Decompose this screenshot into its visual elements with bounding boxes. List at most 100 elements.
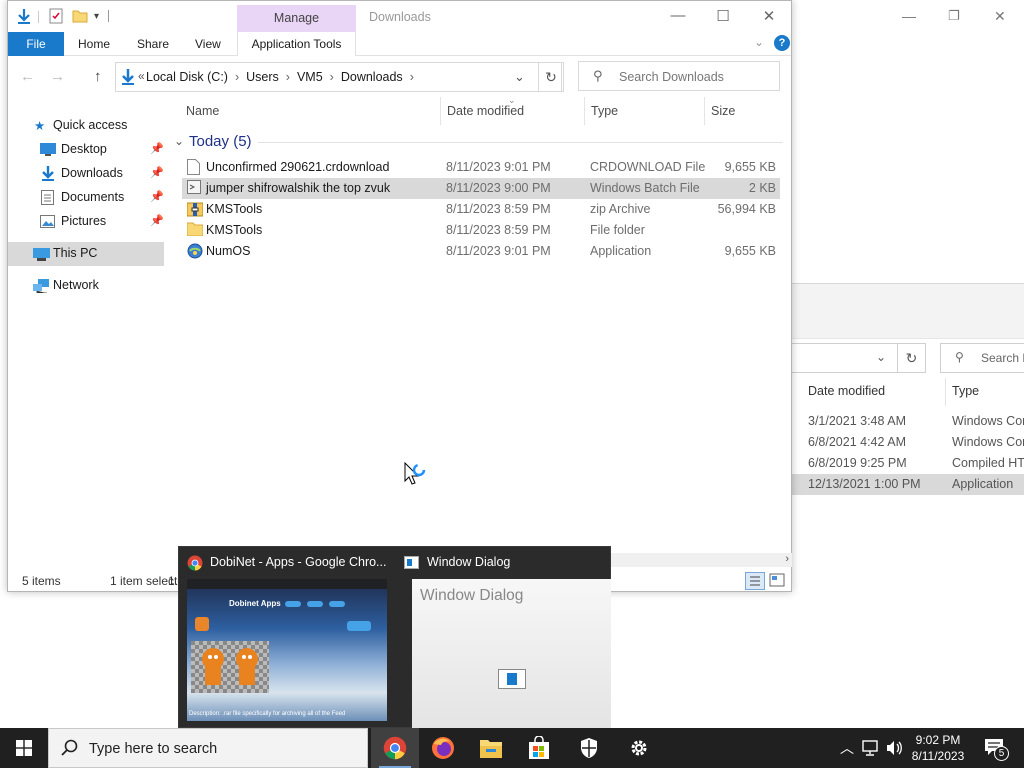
address-bar[interactable]: « Local Disk (C:) › Users › VM5 › Downloads › ⌄: [115, 62, 562, 92]
tab-application-tools[interactable]: Application Tools: [237, 32, 356, 56]
col-size[interactable]: Size: [711, 104, 735, 118]
bg-close-button[interactable]: ✕: [994, 8, 1006, 25]
status-item-count: 5 items: [22, 574, 61, 588]
manage-contextual-tab[interactable]: Manage: [237, 5, 356, 32]
bg-restore-button[interactable]: ❐: [948, 8, 960, 24]
chrome-preview-title[interactable]: DobiNet - Apps - Google Chro...: [210, 555, 386, 569]
file-row[interactable]: Unconfirmed 290621.crdownload 8/11/2023 …: [182, 157, 780, 178]
taskbar-microsoft-store[interactable]: [515, 728, 563, 768]
start-button[interactable]: [0, 728, 48, 768]
show-hidden-icons-chevron-icon[interactable]: ︿: [840, 738, 854, 758]
breadcrumb-separator-icon[interactable]: ›: [330, 70, 334, 84]
up-arrow-icon[interactable]: ↑: [94, 68, 102, 85]
taskbar-security[interactable]: [565, 728, 613, 768]
taskbar-clock[interactable]: 9:02 PM 8/11/2023: [898, 732, 978, 764]
tab-view[interactable]: View: [195, 37, 221, 51]
taskbar-search-input[interactable]: Type here to search: [48, 728, 368, 768]
nav-this-pc[interactable]: This PC: [8, 242, 164, 266]
maximize-button[interactable]: ☐: [713, 7, 733, 25]
col-date-modified[interactable]: Date modified: [447, 104, 524, 118]
column-separator[interactable]: [704, 97, 705, 125]
nav-network[interactable]: Network: [8, 274, 164, 298]
bg-col-date-modified[interactable]: Date modified: [808, 384, 885, 398]
download-arrow-icon[interactable]: [16, 8, 32, 27]
bg-search-input[interactable]: ⚲ Search K: [940, 343, 1024, 373]
close-button[interactable]: ✕: [759, 7, 779, 25]
taskbar-firefox[interactable]: [419, 728, 467, 768]
taskbar-file-explorer[interactable]: [467, 728, 515, 768]
file-row[interactable]: KMSTools 8/11/2023 8:59 PM zip Archive 5…: [182, 199, 780, 220]
bg-minimize-button[interactable]: —: [902, 8, 916, 24]
refresh-button[interactable]: ↻: [538, 62, 564, 92]
breadcrumb-local-disk[interactable]: Local Disk (C:): [146, 70, 228, 84]
pin-icon[interactable]: 📌: [150, 166, 164, 179]
bg-refresh-button[interactable]: ↻: [898, 343, 926, 373]
title-bar[interactable]: ▾ Manage Downloads — ☐ ✕: [8, 1, 791, 32]
large-icons-view-icon[interactable]: [769, 573, 787, 589]
breadcrumb-separator-icon[interactable]: ›: [235, 70, 239, 84]
taskbar-chrome[interactable]: [371, 728, 419, 768]
file-date: 8/11/2023 8:59 PM: [446, 223, 551, 237]
nav-quick-access[interactable]: ★ Quick access: [8, 114, 164, 138]
details-view-icon[interactable]: [745, 572, 765, 590]
bg-row-date: 3/1/2021 3:48 AM: [808, 414, 906, 428]
forward-arrow-icon[interactable]: →: [50, 68, 65, 85]
collapse-chevron-icon[interactable]: ⌄: [174, 134, 184, 148]
search-input[interactable]: ⚲ Search Downloads: [578, 61, 780, 91]
customize-qat-icon[interactable]: ▾: [94, 11, 99, 22]
back-arrow-icon[interactable]: ←: [20, 68, 35, 85]
nav-desktop[interactable]: Desktop 📌: [8, 138, 164, 162]
background-explorer-window[interactable]: — ❐ ✕ ⌄ ↻ ⚲ Search K Date modified Type …: [792, 0, 1024, 592]
breadcrumb-downloads[interactable]: Downloads: [341, 70, 403, 84]
zip-archive-icon: [186, 201, 204, 217]
address-history-chevron-icon[interactable]: ⌄: [514, 69, 525, 85]
bg-col-type[interactable]: Type: [952, 384, 979, 398]
bg-list-item[interactable]: 6/8/2019 9:25 PM Compiled HT: [792, 453, 1024, 474]
breadcrumb-users[interactable]: Users: [246, 70, 279, 84]
breadcrumb-separator-icon[interactable]: ›: [410, 70, 414, 84]
pin-icon[interactable]: 📌: [150, 214, 164, 227]
tab-share[interactable]: Share: [137, 37, 169, 51]
help-icon[interactable]: ?: [774, 35, 790, 51]
pin-icon[interactable]: 📌: [150, 190, 164, 203]
dialog-preview-title[interactable]: Window Dialog: [427, 555, 510, 569]
new-folder-icon[interactable]: [72, 8, 88, 27]
chevron-down-icon[interactable]: ⌄: [876, 350, 886, 364]
nav-documents[interactable]: Documents 📌: [8, 186, 164, 210]
search-icon: ⚲: [955, 350, 964, 364]
taskbar-settings[interactable]: [615, 728, 663, 768]
file-row[interactable]: NumOS 8/11/2023 9:01 PM Application 9,65…: [182, 241, 780, 262]
notification-center-button[interactable]: 5: [980, 728, 1024, 768]
bg-list-item-selected[interactable]: 12/13/2021 1:00 PM Application: [792, 474, 1024, 495]
file-row-selected[interactable]: jumper shifrowalshik the top zvuk 8/11/2…: [182, 178, 780, 199]
chrome-window-thumbnail[interactable]: Dobinet Apps Description: .rar file spec…: [187, 579, 387, 721]
column-headers: Name ⌄ Date modified Type Size: [178, 95, 782, 125]
expand-ribbon-icon[interactable]: ⌄: [754, 35, 764, 49]
column-separator[interactable]: [584, 97, 585, 125]
minimize-button[interactable]: —: [668, 7, 688, 24]
breadcrumb-user[interactable]: VM5: [297, 70, 323, 84]
qat-divider: [108, 10, 109, 22]
properties-icon[interactable]: [48, 8, 64, 27]
network-icon[interactable]: [862, 740, 880, 756]
explorer-window[interactable]: ▾ Manage Downloads — ☐ ✕ File Home Share…: [7, 0, 792, 592]
bg-column-separator[interactable]: [945, 378, 946, 406]
dialog-thumb-title: Window Dialog: [420, 587, 524, 604]
breadcrumb-separator-icon[interactable]: ›: [286, 70, 290, 84]
pin-icon[interactable]: 📌: [150, 142, 164, 155]
scroll-right-arrow-icon[interactable]: ›: [785, 553, 789, 565]
col-type[interactable]: Type: [591, 104, 618, 118]
nav-downloads[interactable]: Downloads 📌: [8, 162, 164, 186]
overflow-chevron-icon[interactable]: «: [138, 69, 145, 83]
file-row[interactable]: KMSTools 8/11/2023 8:59 PM File folder: [182, 220, 780, 241]
tab-home[interactable]: Home: [78, 37, 110, 51]
bg-list-item[interactable]: 3/1/2021 3:48 AM Windows Cor: [792, 411, 1024, 432]
col-name[interactable]: Name: [186, 104, 219, 118]
bg-list-item[interactable]: 6/8/2021 4:42 AM Windows Cor: [792, 432, 1024, 453]
group-header-today[interactable]: ⌄ Today (5): [174, 132, 784, 152]
nav-pictures[interactable]: Pictures 📌: [8, 210, 164, 234]
column-separator[interactable]: [440, 97, 441, 125]
bg-address-bar[interactable]: ⌄: [792, 343, 898, 373]
dialog-window-thumbnail[interactable]: Window Dialog: [412, 579, 611, 729]
tab-file[interactable]: File: [8, 32, 64, 56]
